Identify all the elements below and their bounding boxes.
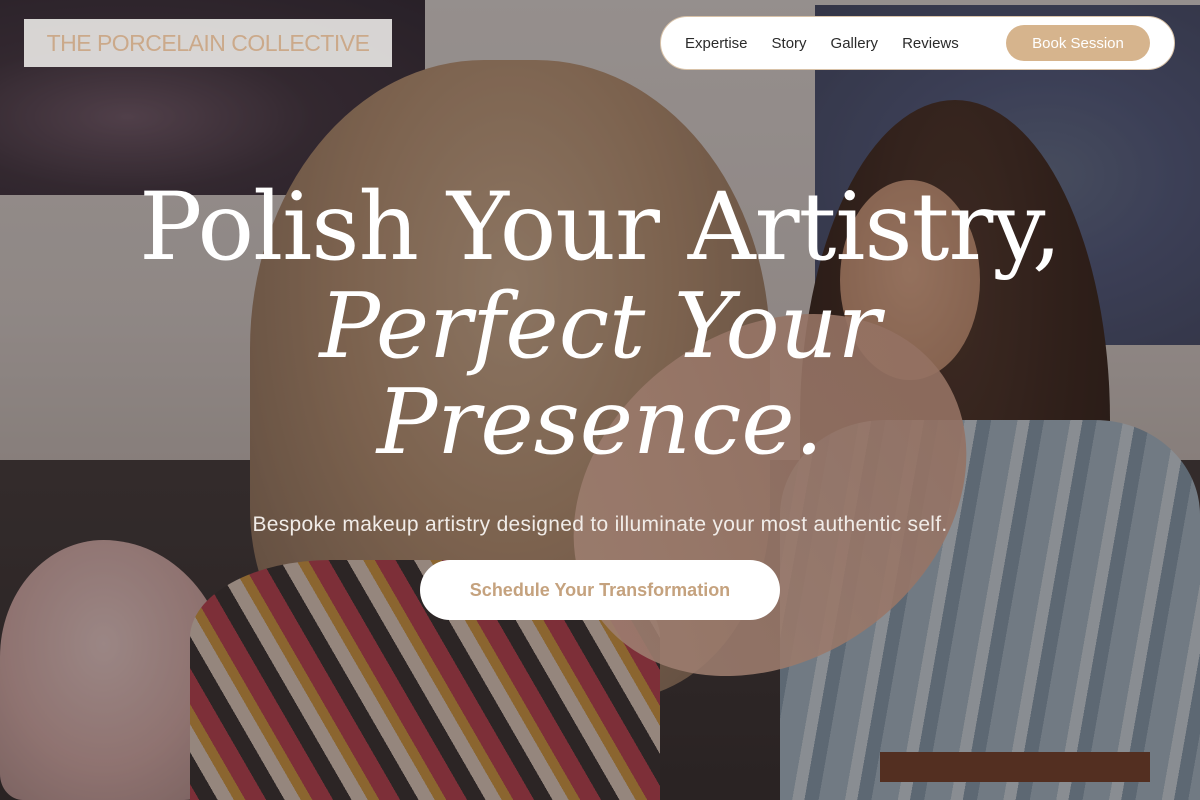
- headline-line-2: Perfect Your: [319, 274, 881, 379]
- nav-link-expertise[interactable]: Expertise: [685, 35, 748, 52]
- nav-link-reviews[interactable]: Reviews: [902, 35, 959, 52]
- brand-name: THE PORCELAIN COLLECTIVE: [46, 29, 370, 56]
- book-session-button[interactable]: Book Session: [1006, 25, 1150, 61]
- headline-line-1: Polish Your Artistry,: [139, 173, 1062, 282]
- headline-line-3: Presence.: [376, 370, 824, 475]
- schedule-transformation-button[interactable]: Schedule Your Transformation: [420, 560, 780, 620]
- nav-link-story[interactable]: Story: [772, 35, 807, 52]
- main-nav: Expertise Story Gallery Reviews Book Ses…: [660, 16, 1175, 70]
- brand-logo[interactable]: THE PORCELAIN COLLECTIVE: [24, 19, 392, 67]
- hero-section: THE PORCELAIN COLLECTIVE Expertise Story…: [0, 0, 1200, 800]
- hero-subtitle: Bespoke makeup artistry designed to illu…: [252, 513, 948, 536]
- nav-link-gallery[interactable]: Gallery: [831, 35, 879, 52]
- hero-headline: Polish Your Artistry, Perfect Your Prese…: [0, 178, 1200, 470]
